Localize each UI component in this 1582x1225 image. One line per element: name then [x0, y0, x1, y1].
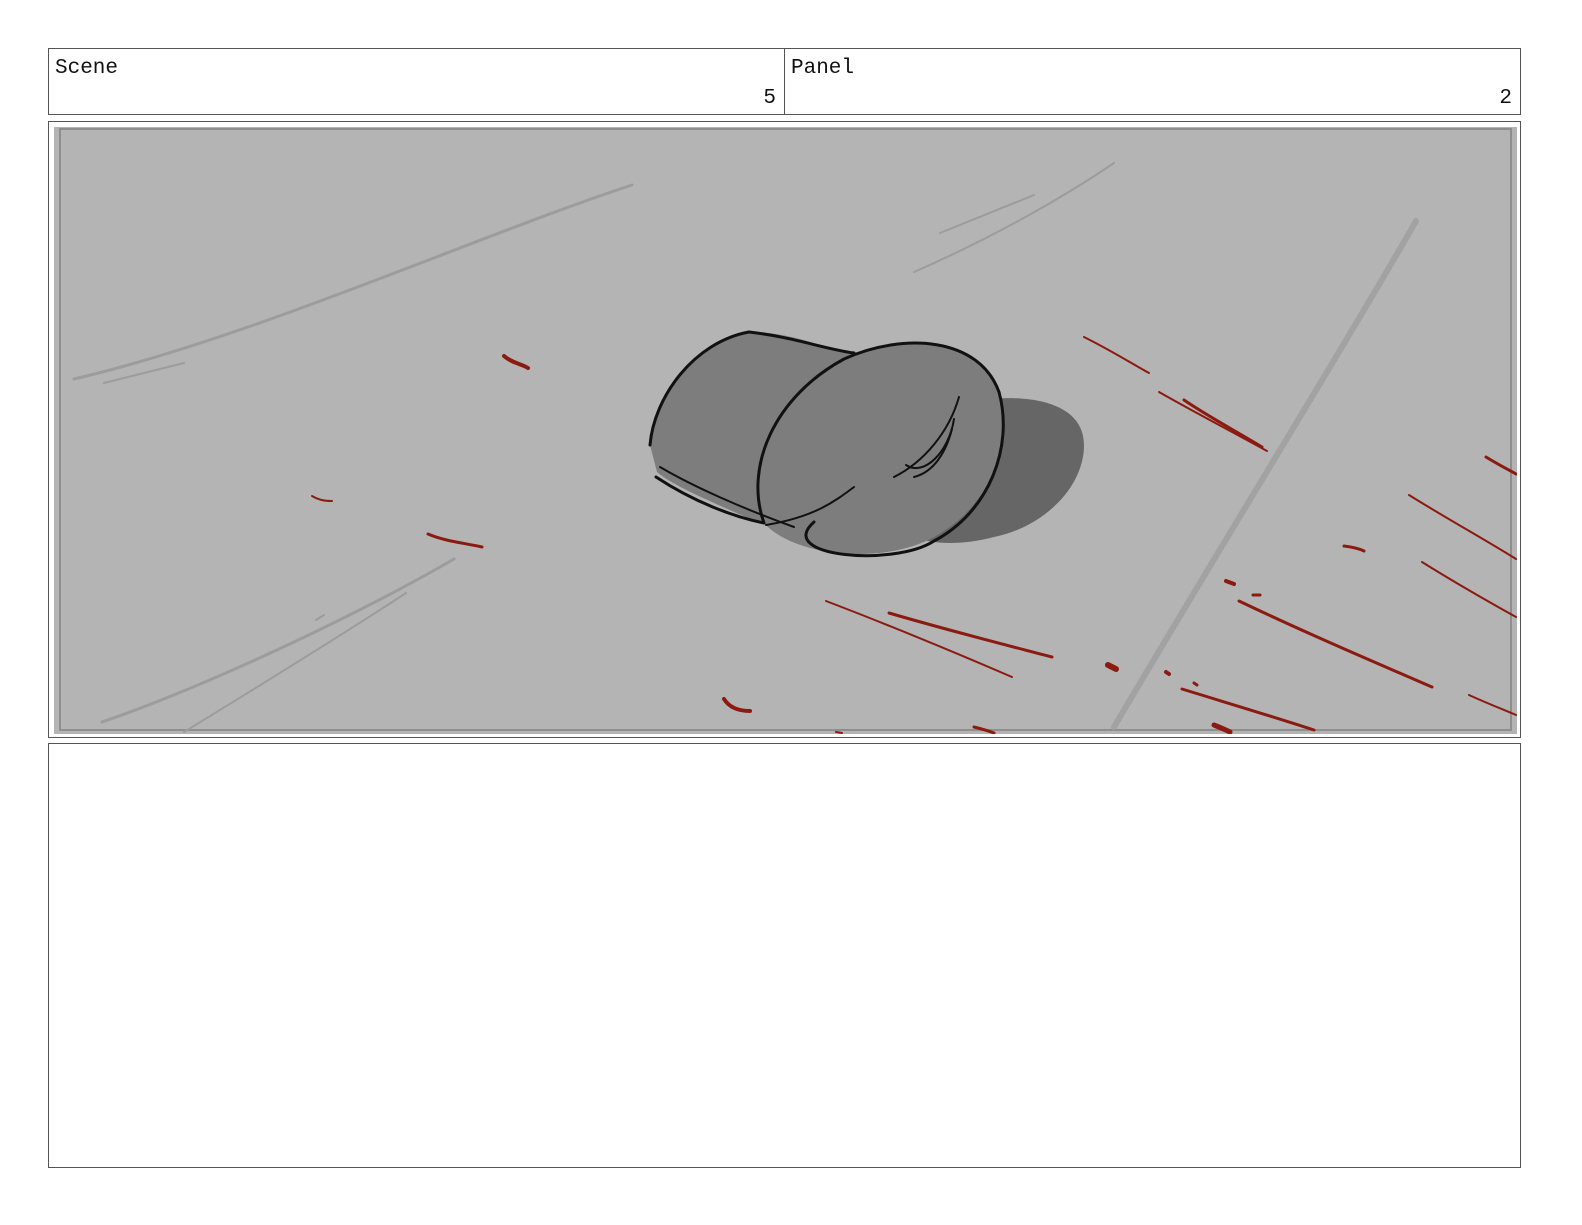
notes-box[interactable] [48, 743, 1521, 1168]
panel-number: 2 [1499, 87, 1512, 110]
panel-cell: Panel 2 [784, 49, 1520, 114]
scene-cell: Scene 5 [49, 49, 784, 114]
cap-on-floor-drawing [54, 127, 1517, 734]
scene-label: Scene [55, 57, 119, 80]
scene-number: 5 [763, 87, 776, 110]
panel-header: Scene 5 Panel 2 [48, 48, 1521, 115]
panel-label: Panel [791, 57, 855, 80]
storyboard-frame [48, 121, 1521, 738]
